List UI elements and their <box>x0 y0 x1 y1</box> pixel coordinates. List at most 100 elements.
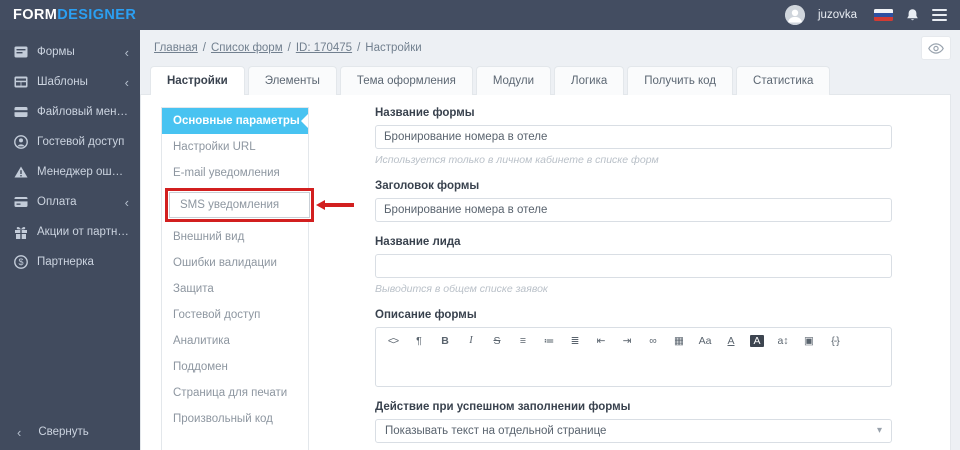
sidebar-item-templates[interactable]: Шаблоны <box>0 67 140 97</box>
editor-toolbar <box>376 328 891 354</box>
settings-menu-item-basic-params[interactable]: Основные параметры <box>162 108 308 134</box>
error-manager-icon <box>13 166 28 178</box>
lead-name-input[interactable] <box>375 254 892 278</box>
templates-icon <box>13 76 28 88</box>
menu-icon[interactable] <box>932 9 947 21</box>
user-avatar[interactable] <box>785 5 805 25</box>
payment-icon <box>13 196 28 208</box>
collapse-label: Свернуть <box>38 426 89 438</box>
sidebar-item-label: Гостевой доступ <box>37 136 125 148</box>
settings-menu-item-custom-code[interactable]: Произвольный код <box>162 406 308 432</box>
breadcrumb-link-home[interactable]: Главная <box>154 42 198 54</box>
sidebar-item-label: Менеджер ошибок <box>37 166 129 178</box>
sidebar-item-label: Формы <box>37 46 75 58</box>
description-group: Описание формы <box>375 309 892 387</box>
tab-get-code[interactable]: Получить код <box>627 66 734 95</box>
unordered-list-icon[interactable] <box>562 331 588 352</box>
sidebar-item-partner-promos[interactable]: Акции от партнеров <box>0 217 140 247</box>
sidebar-item-label: Партнерка <box>37 256 94 268</box>
code-view-icon[interactable] <box>380 331 406 352</box>
settings-menu-item-guest-access[interactable]: Гостевой доступ <box>162 302 308 328</box>
success-action-group: Действие при успешном заполнении формы П… <box>375 401 892 443</box>
ordered-list-icon[interactable] <box>536 331 562 352</box>
indent-icon[interactable] <box>614 331 640 352</box>
sidebar-item-payment[interactable]: Оплата <box>0 187 140 217</box>
settings-menu-item-email-notifications[interactable]: E-mail уведомления <box>162 160 308 186</box>
breadcrumb-separator: / <box>287 42 291 54</box>
font-family-icon[interactable] <box>692 331 718 352</box>
main-area: Главная / Список форм / ID: 170475 / Нас… <box>140 30 960 450</box>
description-editor <box>375 327 892 387</box>
italic-icon[interactable] <box>458 330 484 352</box>
sidebar-collapse-button[interactable]: Свернуть <box>0 414 140 450</box>
sidebar-item-forms[interactable]: Формы <box>0 37 140 67</box>
background-color-icon[interactable] <box>744 331 770 352</box>
sidebar-item-affiliate[interactable]: $ Партнерка <box>0 247 140 277</box>
tab-modules[interactable]: Модули <box>475 66 552 95</box>
logo-designer: DESIGNER <box>57 7 137 23</box>
settings-menu-item-appearance[interactable]: Внешний вид <box>162 224 308 250</box>
breadcrumb-link-form-id[interactable]: ID: 170475 <box>296 42 352 54</box>
form-title-label: Заголовок формы <box>375 180 480 192</box>
strikethrough-icon[interactable] <box>484 331 510 352</box>
form-name-label: Название формы <box>375 107 475 119</box>
svg-text:$: $ <box>18 257 23 267</box>
settings-menu-item-validation-errors[interactable]: Ошибки валидации <box>162 250 308 276</box>
lead-name-hint: Выводится в общем списке заявок <box>375 283 548 295</box>
breadcrumb-current: Настройки <box>365 42 422 54</box>
form-title-group: Заголовок формы <box>375 180 892 222</box>
description-editor-body[interactable] <box>376 354 891 386</box>
form-name-hint: Используется только в личном кабинете в … <box>375 154 659 166</box>
breadcrumb-row: Главная / Список форм / ID: 170475 / Нас… <box>140 30 951 66</box>
paragraph-format-icon[interactable] <box>406 331 432 352</box>
tab-theme[interactable]: Тема оформления <box>339 66 473 95</box>
form-name-group: Название формы Используется только в лич… <box>375 107 892 166</box>
sidebar: Формы Шаблоны Файловый менеджер Гостевой… <box>0 30 140 450</box>
tab-statistics[interactable]: Статистика <box>736 66 831 95</box>
settings-menu-item-subdomain[interactable]: Поддомен <box>162 354 308 380</box>
chevron-left-icon <box>121 46 129 59</box>
header-actions: juzovka <box>785 5 947 25</box>
form-name-input[interactable] <box>375 125 892 149</box>
template-vars-icon[interactable] <box>822 331 848 352</box>
settings-menu-item-analytics[interactable]: Аналитика <box>162 328 308 354</box>
success-action-select[interactable]: Показывать текст на отдельной странице <box>375 418 892 443</box>
outdent-icon[interactable] <box>588 331 614 352</box>
lead-name-group: Название лида Выводится в общем списке з… <box>375 236 892 295</box>
font-size-icon[interactable] <box>770 331 796 352</box>
breadcrumb: Главная / Список форм / ID: 170475 / Нас… <box>154 42 422 54</box>
insert-image-icon[interactable] <box>796 331 822 352</box>
username[interactable]: juzovka <box>818 9 857 21</box>
sidebar-item-guest-access[interactable]: Гостевой доступ <box>0 127 140 157</box>
form-title-input[interactable] <box>375 198 892 222</box>
app-header: FORMDESIGNER juzovka <box>0 0 960 30</box>
settings-menu-item-protection[interactable]: Защита <box>162 276 308 302</box>
success-action-label: Действие при успешном заполнении формы <box>375 400 631 413</box>
settings-menu-item-url-settings[interactable]: Настройки URL <box>162 134 308 160</box>
eye-icon <box>928 42 944 54</box>
align-left-icon[interactable] <box>510 331 536 352</box>
tab-elements[interactable]: Элементы <box>247 66 337 95</box>
sidebar-item-error-manager[interactable]: Менеджер ошибок <box>0 157 140 187</box>
sidebar-item-label: Файловый менеджер <box>37 106 129 118</box>
link-icon[interactable] <box>640 331 666 352</box>
tab-settings[interactable]: Настройки <box>150 66 245 95</box>
file-manager-icon <box>13 106 28 118</box>
preview-button[interactable] <box>921 36 951 60</box>
partner-promos-icon <box>13 226 28 239</box>
bold-icon[interactable] <box>432 331 458 352</box>
dropdown-caret-icon <box>877 426 882 436</box>
app-logo[interactable]: FORMDESIGNER <box>13 7 136 23</box>
sidebar-item-file-manager[interactable]: Файловый менеджер <box>0 97 140 127</box>
language-flag-icon[interactable] <box>874 9 893 21</box>
form-tabs: Настройки Элементы Тема оформления Модул… <box>140 66 951 95</box>
breadcrumb-link-form-list[interactable]: Список форм <box>211 42 283 54</box>
annotation-arrow <box>316 200 354 210</box>
sidebar-item-label: Акции от партнеров <box>37 226 129 238</box>
settings-menu-item-print-page[interactable]: Страница для печати <box>162 380 308 406</box>
tab-logic[interactable]: Логика <box>554 66 625 95</box>
text-color-icon[interactable] <box>718 331 744 352</box>
settings-menu-item-sms-notifications[interactable]: SMS уведомления <box>169 192 310 218</box>
table-icon[interactable] <box>666 331 692 352</box>
notifications-bell-icon[interactable] <box>906 8 919 22</box>
